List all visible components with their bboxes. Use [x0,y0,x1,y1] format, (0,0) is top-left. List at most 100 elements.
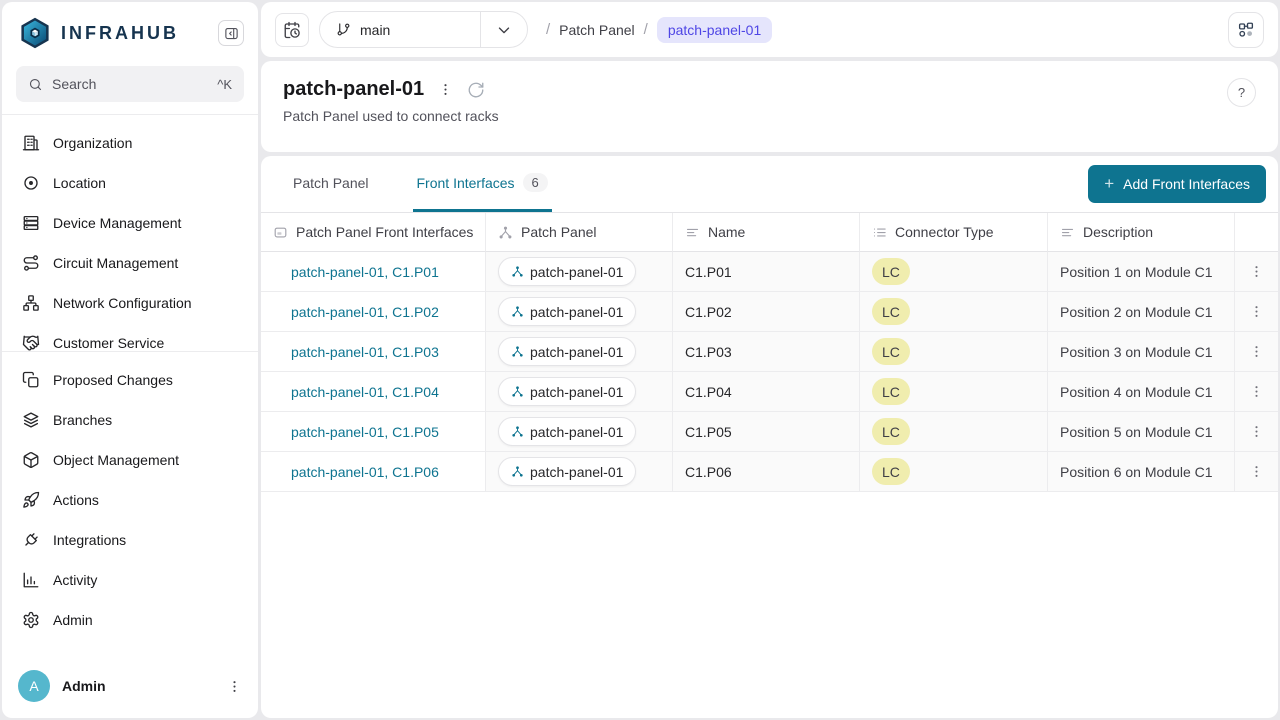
patch-panel-pill[interactable]: patch-panel-01 [498,337,636,366]
sidebar-item-label: Actions [53,492,99,508]
card-icon [273,225,288,240]
sidebar-secondary-menu: Proposed Changes Branches Object Managem… [2,352,258,640]
connector-type-badge: LC [872,458,910,485]
patch-panel-pill-label: patch-panel-01 [530,384,623,400]
rocket-icon [22,491,40,509]
sidebar-item-location[interactable]: Location [14,163,246,203]
infrahub-logo[interactable]: INFRAHUB [18,16,179,50]
column-label: Patch Panel [521,224,597,240]
cell-name: C1.P04 [673,372,860,412]
row-actions-button[interactable] [1245,420,1268,443]
kebab-icon [227,679,242,694]
top-bar: main / Patch Panel / patch-panel-01 [261,2,1278,57]
breadcrumb-current[interactable]: patch-panel-01 [657,17,772,43]
schema-visualizer-button[interactable] [1228,12,1264,48]
cell-actions [1235,252,1278,292]
branch-dropdown-toggle[interactable] [481,21,527,39]
cell-front-interface: patch-panel-01, C1.P05 [261,412,486,452]
sidebar-primary-menu: Organization Location Device Management … [2,115,258,351]
cell-description: Position 5 on Module C1 [1048,412,1235,452]
front-interface-link[interactable]: patch-panel-01, C1.P03 [291,344,439,360]
cell-actions [1235,372,1278,412]
cell-name: C1.P01 [673,252,860,292]
cell-connector-type: LC [860,252,1048,292]
column-header-front-interfaces: Patch Panel Front Interfaces [261,213,486,252]
patch-panel-pill[interactable]: patch-panel-01 [498,457,636,486]
cell-connector-type: LC [860,292,1048,332]
cell-name: C1.P06 [673,452,860,492]
row-actions-button[interactable] [1245,380,1268,403]
cell-patch-panel: patch-panel-01 [486,372,673,412]
row-actions-button[interactable] [1245,260,1268,283]
object-actions-button[interactable] [438,82,453,97]
sidebar-item-admin[interactable]: Admin [14,600,246,640]
search-icon [28,77,43,92]
cell-connector-type: LC [860,452,1048,492]
front-interface-link[interactable]: patch-panel-01, C1.P06 [291,464,439,480]
sidebar-item-activity[interactable]: Activity [14,560,246,600]
add-front-interfaces-button[interactable]: + Add Front Interfaces [1088,165,1266,203]
help-button[interactable]: ? [1227,78,1256,107]
infrahub-logo-icon [18,16,52,50]
sidebar-item-proposed-changes[interactable]: Proposed Changes [14,360,246,400]
patch-panel-pill[interactable]: patch-panel-01 [498,257,636,286]
patch-panel-pill[interactable]: patch-panel-01 [498,417,636,446]
tab-patch-panel[interactable]: Patch Panel [289,156,373,212]
table-row: patch-panel-01, C1.P01 patch-panel-01 C1… [261,252,1278,292]
front-interface-link[interactable]: patch-panel-01, C1.P01 [291,264,439,280]
time-travel-button[interactable] [275,13,309,47]
row-actions-button[interactable] [1245,460,1268,483]
branch-selector[interactable]: main [319,11,528,48]
user-menu-button[interactable] [227,679,242,694]
table-header-row: Patch Panel Front Interfaces Patch Panel… [261,213,1278,252]
row-actions-button[interactable] [1245,300,1268,323]
sidebar-item-customer-service[interactable]: Customer Service [14,323,246,351]
connector-type-badge: LC [872,418,910,445]
tab-label: Patch Panel [293,175,369,191]
user-menu[interactable]: A Admin [2,658,258,718]
cell-connector-type: LC [860,412,1048,452]
content-card: Patch Panel Front Interfaces 6 + Add Fro… [261,156,1278,718]
front-interface-link[interactable]: patch-panel-01, C1.P05 [291,424,439,440]
row-actions-button[interactable] [1245,340,1268,363]
sidebar-item-organization[interactable]: Organization [14,123,246,163]
git-branch-icon [336,22,351,37]
sidebar-item-branches[interactable]: Branches [14,400,246,440]
patch-panel-pill[interactable]: patch-panel-01 [498,377,636,406]
front-interface-link[interactable]: patch-panel-01, C1.P02 [291,304,439,320]
breadcrumb-parent[interactable]: Patch Panel [559,22,635,38]
table-row: patch-panel-01, C1.P06 patch-panel-01 C1… [261,452,1278,492]
sidebar-item-network-configuration[interactable]: Network Configuration [14,283,246,323]
cell-actions [1235,412,1278,452]
patch-panel-pill[interactable]: patch-panel-01 [498,297,636,326]
breadcrumb-separator: / [546,21,550,38]
sidebar-item-label: Activity [53,572,97,588]
object-title-row: patch-panel-01 [283,78,499,101]
layers-icon [22,411,40,429]
refresh-button[interactable] [467,81,485,99]
column-label: Patch Panel Front Interfaces [296,224,473,240]
sidebar-item-object-management[interactable]: Object Management [14,440,246,480]
sidebar-header: INFRAHUB [2,2,258,58]
tabs-spacer [592,156,1088,212]
relationship-icon [511,305,524,318]
sidebar-item-circuit-management[interactable]: Circuit Management [14,243,246,283]
column-header-name: Name [673,213,860,252]
add-button-label: Add Front Interfaces [1123,176,1250,192]
branch-selected: main [320,22,480,38]
cell-front-interface: patch-panel-01, C1.P02 [261,292,486,332]
tab-front-interfaces[interactable]: Front Interfaces 6 [413,156,552,212]
page-title: patch-panel-01 [283,78,424,101]
branch-name: main [360,22,390,38]
patch-panel-pill-label: patch-panel-01 [530,424,623,440]
front-interface-link[interactable]: patch-panel-01, C1.P04 [291,384,439,400]
sidebar-item-device-management[interactable]: Device Management [14,203,246,243]
sidebar-item-integrations[interactable]: Integrations [14,520,246,560]
search-input[interactable]: Search ^K [16,66,244,102]
sidebar-item-actions[interactable]: Actions [14,480,246,520]
app-name: INFRAHUB [61,23,179,44]
relationship-icon [511,265,524,278]
panel-collapse-icon [224,26,239,41]
sidebar-collapse-button[interactable] [218,20,244,46]
column-header-connector-type: Connector Type [860,213,1048,252]
